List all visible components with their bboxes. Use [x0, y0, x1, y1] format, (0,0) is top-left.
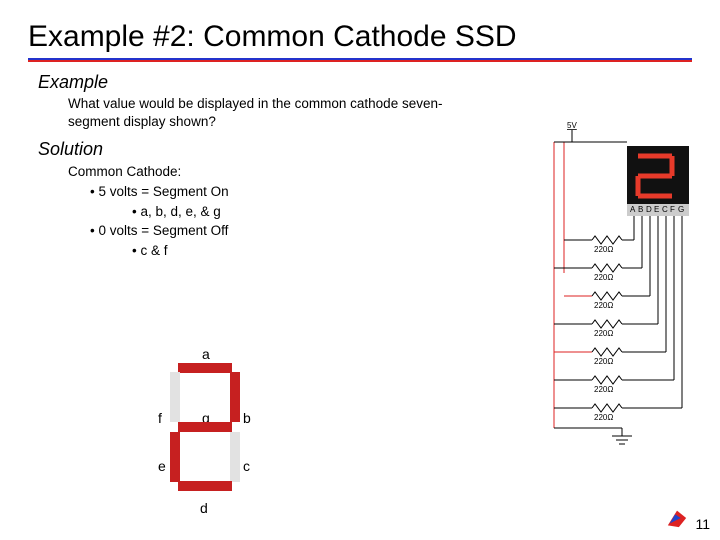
voltage-label: 5V: [567, 121, 577, 130]
segment-d: [178, 481, 232, 491]
resistor-row: 220Ω: [564, 216, 634, 254]
page-title: Example #2: Common Cathode SSD: [28, 20, 692, 54]
svg-text:F: F: [670, 205, 675, 214]
segment-label-d: d: [200, 500, 208, 516]
svg-text:E: E: [654, 205, 659, 214]
circuit-diagram: 5V ABDECFG: [482, 118, 702, 448]
svg-text:A: A: [630, 205, 636, 214]
seven-segment-figure: a f g b e c d: [130, 348, 280, 518]
segment-label-a: a: [202, 346, 210, 362]
svg-text:220Ω: 220Ω: [594, 273, 613, 282]
resistor-row: 220Ω: [554, 216, 666, 366]
segment-b: [230, 372, 240, 422]
segment-label-c: c: [243, 458, 250, 474]
section-example-heading: Example: [38, 72, 692, 93]
svg-text:B: B: [638, 205, 643, 214]
segment-label-e: e: [158, 458, 166, 474]
svg-text:220Ω: 220Ω: [594, 357, 613, 366]
segment-f: [170, 372, 180, 422]
segment-label-f: f: [158, 410, 162, 426]
logo-icon: [666, 507, 688, 534]
title-underline: [28, 58, 692, 62]
segment-c: [230, 432, 240, 482]
svg-text:220Ω: 220Ω: [594, 413, 613, 422]
svg-text:220Ω: 220Ω: [594, 385, 613, 394]
resistor-row: 220Ω: [554, 216, 682, 422]
svg-text:G: G: [678, 205, 684, 214]
segment-label-b: b: [243, 410, 251, 426]
resistor-row: 220Ω: [564, 216, 650, 310]
svg-text:220Ω: 220Ω: [594, 329, 613, 338]
example-question: What value would be displayed in the com…: [68, 95, 448, 131]
segment-g: [178, 422, 232, 432]
svg-text:C: C: [662, 205, 668, 214]
page-number: 11: [695, 516, 710, 532]
segment-a: [178, 363, 232, 373]
svg-text:220Ω: 220Ω: [594, 245, 613, 254]
segment-e: [170, 432, 180, 482]
svg-text:220Ω: 220Ω: [594, 301, 613, 310]
svg-text:D: D: [646, 205, 652, 214]
